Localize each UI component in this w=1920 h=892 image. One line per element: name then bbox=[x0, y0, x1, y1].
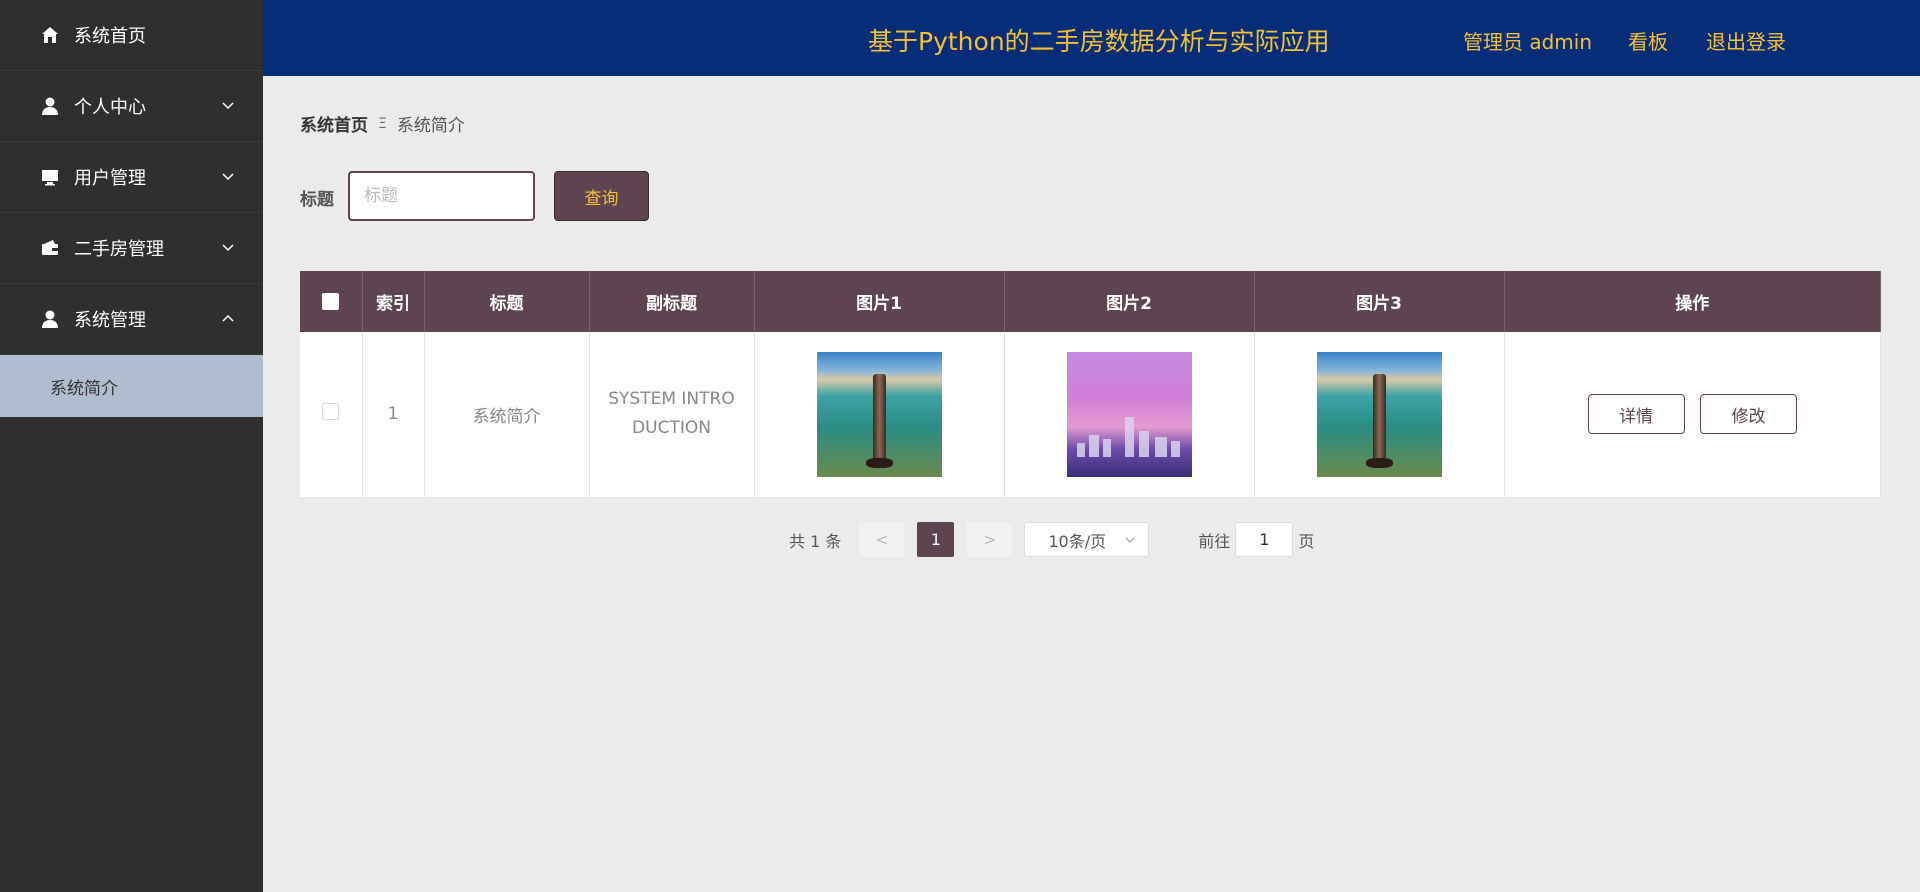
monitor-icon bbox=[40, 167, 60, 187]
sidebar-item-label: 用户管理 bbox=[74, 168, 146, 189]
building bbox=[1102, 438, 1111, 457]
row-checkbox[interactable] bbox=[322, 403, 340, 421]
chevron-down-icon bbox=[222, 244, 234, 252]
page-number-button[interactable]: 1 bbox=[917, 522, 955, 557]
wallet-icon bbox=[40, 238, 60, 258]
building bbox=[1138, 430, 1149, 457]
logout-link[interactable]: 退出登录 bbox=[1706, 26, 1786, 55]
cell-index: 1 bbox=[362, 332, 425, 498]
page-size-select[interactable]: 10条/页 bbox=[1024, 522, 1150, 557]
goto-page-input[interactable] bbox=[1235, 522, 1294, 557]
lighthouse-base bbox=[865, 457, 893, 468]
sidebar-subitem-system-intro[interactable]: 系统简介 bbox=[0, 355, 263, 417]
breadcrumb-current: 系统简介 bbox=[396, 116, 465, 136]
sidebar-item-system-management[interactable]: 系统管理 bbox=[0, 284, 263, 355]
breadcrumb-separator: Ξ bbox=[378, 115, 387, 132]
user-icon bbox=[40, 96, 60, 116]
top-header: 基于Python的二手房数据分析与实际应用 管理员 admin 看板 退出登录 bbox=[263, 0, 1920, 76]
column-header: 图片3 bbox=[1254, 271, 1505, 332]
search-button[interactable]: 查询 bbox=[554, 171, 649, 221]
user-icon bbox=[40, 309, 60, 329]
edit-button[interactable]: 修改 bbox=[1699, 394, 1797, 435]
column-header: 标题 bbox=[424, 271, 590, 332]
building bbox=[1088, 434, 1099, 457]
lighthouse-tower bbox=[872, 373, 886, 466]
column-header: 图片1 bbox=[754, 271, 1005, 332]
chevron-up-icon bbox=[222, 314, 234, 322]
sidebar-item-personal-center[interactable]: 个人中心 bbox=[0, 71, 263, 142]
chevron-down-icon bbox=[222, 173, 234, 181]
sidebar-subitem-label: 系统简介 bbox=[50, 378, 118, 399]
sidebar-item-house-management[interactable]: 二手房管理 bbox=[0, 213, 263, 284]
next-page-button[interactable]: > bbox=[967, 522, 1013, 557]
pagination: 共 1 条 < 1 > 10条/页 前往 页 bbox=[789, 522, 1314, 557]
data-table: 索引 标题 副标题 图片1 图片2 图片3 操作 1 系统简介 SYSTEM I… bbox=[300, 271, 1881, 498]
building bbox=[1154, 436, 1167, 457]
column-header: 索引 bbox=[362, 271, 425, 332]
page-size-value: 10条/页 bbox=[1048, 531, 1107, 551]
lighthouse-photo[interactable] bbox=[1316, 351, 1442, 477]
sidebar-item-label: 系统管理 bbox=[74, 310, 146, 331]
lighthouse-photo[interactable] bbox=[816, 351, 942, 477]
table-row: 1 系统简介 SYSTEM INTRODUCTION 详情 修改 bbox=[300, 332, 1881, 498]
skyline-buildings bbox=[1067, 416, 1192, 457]
column-header: 副标题 bbox=[589, 271, 755, 332]
cell-image-2 bbox=[1004, 332, 1255, 498]
chevron-down-icon bbox=[222, 102, 234, 110]
sidebar-item-home[interactable]: 系统首页 bbox=[0, 0, 263, 71]
cell-image-3 bbox=[1254, 332, 1505, 498]
detail-button[interactable]: 详情 bbox=[1587, 394, 1685, 435]
title-search-input[interactable] bbox=[348, 171, 535, 221]
cell-title: 系统简介 bbox=[424, 332, 590, 498]
sidebar-item-label: 系统首页 bbox=[74, 26, 146, 47]
goto-suffix: 页 bbox=[1298, 531, 1315, 551]
sidebar-item-label: 个人中心 bbox=[74, 97, 146, 118]
select-all-header bbox=[300, 271, 363, 332]
column-header: 图片2 bbox=[1004, 271, 1255, 332]
row-select-cell bbox=[300, 332, 363, 498]
sidebar-item-user-management[interactable]: 用户管理 bbox=[0, 142, 263, 213]
pagination-total: 共 1 条 bbox=[789, 531, 842, 551]
lighthouse-base bbox=[1365, 457, 1393, 468]
lighthouse-tower bbox=[1372, 373, 1386, 466]
building bbox=[1076, 442, 1085, 457]
search-label: 标题 bbox=[300, 190, 334, 210]
building bbox=[1170, 440, 1180, 457]
city-skyline-photo[interactable] bbox=[1066, 351, 1192, 477]
chevron-down-icon bbox=[1125, 537, 1135, 543]
home-icon bbox=[40, 25, 60, 45]
breadcrumb: 系统首页 Ξ 系统简介 bbox=[300, 111, 465, 137]
cell-image-1 bbox=[754, 332, 1005, 498]
building bbox=[1124, 416, 1134, 457]
cell-subtitle: SYSTEM INTRODUCTION bbox=[589, 332, 755, 498]
breadcrumb-home[interactable]: 系统首页 bbox=[300, 111, 368, 136]
subtitle-text: SYSTEM INTRODUCTION bbox=[608, 389, 735, 439]
cell-actions: 详情 修改 bbox=[1504, 332, 1881, 498]
board-link[interactable]: 看板 bbox=[1628, 26, 1668, 55]
goto-prefix: 前往 bbox=[1198, 531, 1231, 551]
prev-page-button[interactable]: < bbox=[859, 522, 905, 557]
sidebar: 系统首页 个人中心 用户管理 二手房管理 系统管理 系统简介 bbox=[0, 0, 263, 892]
sidebar-item-label: 二手房管理 bbox=[74, 239, 164, 260]
column-header: 操作 bbox=[1504, 271, 1881, 332]
select-all-checkbox[interactable] bbox=[322, 293, 340, 310]
table-header-row: 索引 标题 副标题 图片1 图片2 图片3 操作 bbox=[300, 271, 1881, 332]
app-title: 基于Python的二手房数据分析与实际应用 bbox=[868, 27, 1330, 56]
admin-label: 管理员 admin bbox=[1463, 30, 1593, 54]
